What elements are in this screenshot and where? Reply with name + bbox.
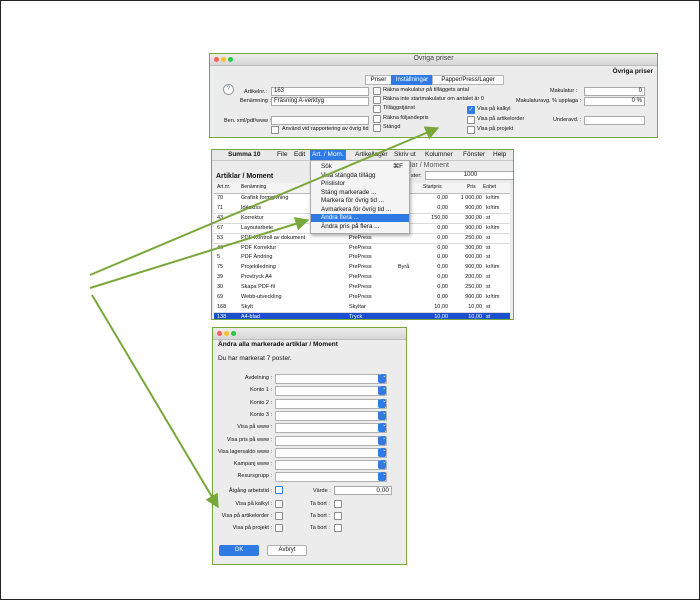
arrow-to-visa-pa-kalkyl — [89, 126, 440, 276]
arrow-to-andra-flera — [89, 217, 310, 289]
annotation-arrows — [89, 126, 440, 509]
arrow-to-change-window — [91, 294, 219, 509]
